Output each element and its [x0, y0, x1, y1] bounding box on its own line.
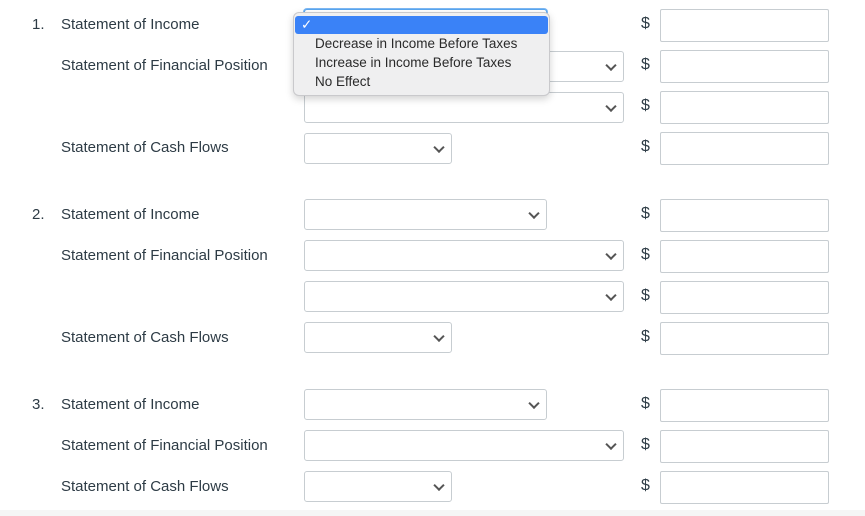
dollar-sign: $	[641, 436, 650, 453]
row-label: Statement of Cash Flows	[61, 329, 229, 346]
dropdown-option-increase[interactable]: Increase in Income Before Taxes	[294, 53, 549, 72]
chevron-down-icon	[605, 100, 617, 112]
amount-input[interactable]	[660, 322, 829, 355]
row-label: Statement of Cash Flows	[61, 478, 229, 495]
bottom-edge	[0, 510, 865, 516]
question-number: 2.	[32, 206, 45, 223]
cash-flows-select[interactable]	[304, 322, 452, 353]
financial-position-select-2[interactable]	[304, 281, 624, 312]
chevron-down-icon	[605, 438, 617, 450]
cash-flows-select[interactable]	[304, 471, 452, 502]
dollar-sign: $	[641, 395, 650, 412]
amount-input[interactable]	[660, 389, 829, 422]
amount-input[interactable]	[660, 281, 829, 314]
row-label: Statement of Income	[61, 206, 200, 223]
amount-input[interactable]	[660, 430, 829, 463]
financial-position-select[interactable]	[304, 240, 624, 271]
row-label: Statement of Income	[61, 16, 200, 33]
amount-input[interactable]	[660, 132, 829, 165]
dropdown-option-decrease[interactable]: Decrease in Income Before Taxes	[294, 34, 549, 53]
row-label: Statement of Financial Position	[61, 247, 268, 264]
amount-input[interactable]	[660, 91, 829, 124]
amount-input[interactable]	[660, 471, 829, 504]
cash-flows-select[interactable]	[304, 133, 452, 164]
dropdown-menu[interactable]: ✓ Decrease in Income Before Taxes Increa…	[293, 12, 550, 96]
dollar-sign: $	[641, 328, 650, 345]
amount-input[interactable]	[660, 240, 829, 273]
chevron-down-icon	[605, 59, 617, 71]
chevron-down-icon	[433, 141, 445, 153]
income-effect-select[interactable]	[304, 199, 547, 230]
dollar-sign: $	[641, 287, 650, 304]
row-label: Statement of Financial Position	[61, 57, 268, 74]
row-label: Statement of Income	[61, 396, 200, 413]
checkmark-icon: ✓	[301, 17, 313, 32]
chevron-down-icon	[433, 479, 445, 491]
dollar-sign: $	[641, 97, 650, 114]
row-label: Statement of Financial Position	[61, 437, 268, 454]
dollar-sign: $	[641, 15, 650, 32]
amount-input[interactable]	[660, 199, 829, 232]
chevron-down-icon	[528, 207, 540, 219]
financial-position-select[interactable]	[304, 430, 624, 461]
dollar-sign: $	[641, 246, 650, 263]
chevron-down-icon	[433, 330, 445, 342]
dollar-sign: $	[641, 205, 650, 222]
chevron-down-icon	[605, 289, 617, 301]
dropdown-option-no-effect[interactable]: No Effect	[294, 72, 549, 91]
question-number: 3.	[32, 396, 45, 413]
dropdown-option-blank[interactable]: ✓	[295, 16, 548, 34]
dollar-sign: $	[641, 138, 650, 155]
income-effect-select[interactable]	[304, 389, 547, 420]
chevron-down-icon	[605, 248, 617, 260]
financial-position-select-2[interactable]	[304, 92, 624, 123]
dollar-sign: $	[641, 477, 650, 494]
question-number: 1.	[32, 16, 45, 33]
amount-input[interactable]	[660, 50, 829, 83]
chevron-down-icon	[528, 397, 540, 409]
amount-input[interactable]	[660, 9, 829, 42]
dollar-sign: $	[641, 56, 650, 73]
row-label: Statement of Cash Flows	[61, 139, 229, 156]
